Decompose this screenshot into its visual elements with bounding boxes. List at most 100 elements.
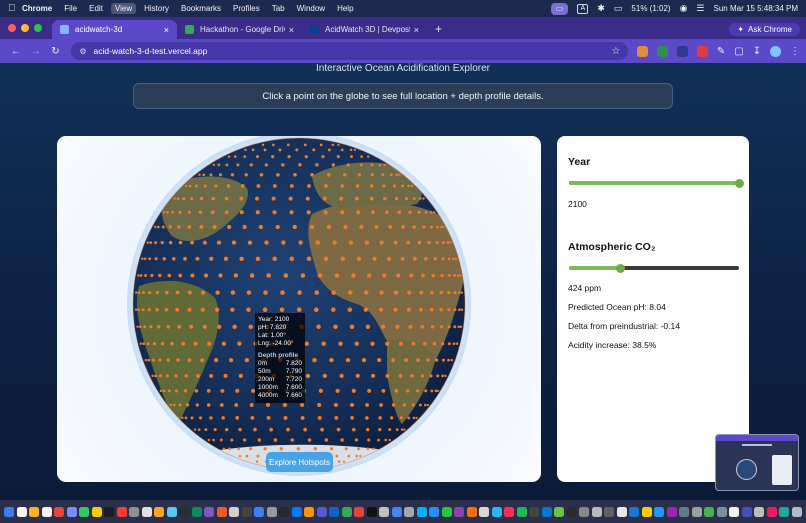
hotspot-dot[interactable] <box>253 427 257 432</box>
hotspot-dot[interactable] <box>396 273 401 278</box>
hotspot-dot[interactable] <box>269 427 273 432</box>
hotspot-dot[interactable] <box>295 148 299 152</box>
hotspot-dot[interactable] <box>394 389 399 393</box>
hotspot-dot[interactable] <box>203 184 207 188</box>
menu-tab[interactable]: Tab <box>272 4 285 13</box>
hotspot-dot[interactable] <box>223 256 229 261</box>
hotspot-dot[interactable] <box>424 210 428 214</box>
hotspot-dot[interactable] <box>338 341 343 346</box>
dock-app-icon[interactable] <box>554 506 565 517</box>
dock-app-icon[interactable] <box>129 506 140 517</box>
hotspot-dot[interactable] <box>343 224 348 230</box>
hotspot-dot[interactable] <box>390 416 394 420</box>
hotspot-dot[interactable] <box>167 273 172 278</box>
hotspot-dot[interactable] <box>397 210 402 215</box>
hotspot-dot[interactable] <box>234 403 239 407</box>
hotspot-dot[interactable] <box>305 373 311 379</box>
year-slider[interactable] <box>569 178 744 188</box>
hotspot-dot[interactable] <box>350 416 354 420</box>
control-center-icon[interactable]: ☰ <box>696 3 704 14</box>
hotspot-dot[interactable] <box>239 256 244 261</box>
hotspot-dot[interactable] <box>176 197 180 200</box>
dock-app-icon[interactable] <box>316 506 327 517</box>
hotspot-dot[interactable] <box>172 403 176 407</box>
hotspot-dot[interactable] <box>155 308 159 312</box>
hotspot-dot[interactable] <box>374 225 379 229</box>
dock-app-icon[interactable] <box>29 506 40 517</box>
hotspot-dot[interactable] <box>353 148 357 152</box>
hotspot-dot[interactable] <box>408 324 413 329</box>
dock-app-icon[interactable] <box>366 506 377 517</box>
hotspot-dot[interactable] <box>453 308 457 312</box>
hotspot-dot[interactable] <box>336 155 340 159</box>
hotspot-dot[interactable] <box>190 240 194 245</box>
hotspot-dot[interactable] <box>263 290 268 295</box>
hotspot-dot[interactable] <box>238 454 242 458</box>
hotspot-dot[interactable] <box>391 403 396 407</box>
hotspot-dot[interactable] <box>176 358 180 362</box>
hotspot-dot[interactable] <box>210 210 215 215</box>
menu-file[interactable]: File <box>64 4 77 13</box>
hotspot-dot[interactable] <box>460 291 464 294</box>
co2-slider[interactable] <box>569 263 739 273</box>
hotspot-dot[interactable] <box>369 196 374 201</box>
hotspot-dot[interactable] <box>263 447 267 451</box>
hotspot-dot[interactable] <box>440 273 444 278</box>
hotspot-dot[interactable] <box>198 416 203 420</box>
hotspot-dot[interactable] <box>247 240 253 245</box>
dock-app-icon[interactable] <box>104 506 115 517</box>
hotspot-dot[interactable] <box>135 291 138 294</box>
hotspot-dot[interactable] <box>266 415 271 420</box>
hotspot-dot[interactable] <box>239 210 244 215</box>
hotspot-dot[interactable] <box>293 172 297 177</box>
hotspot-dot[interactable] <box>395 428 399 431</box>
hotspot-dot[interactable] <box>404 197 409 201</box>
dock-app-icon[interactable] <box>79 506 90 517</box>
hotspot-dot[interactable] <box>271 196 276 201</box>
hotspot-dot[interactable] <box>151 358 155 362</box>
minimize-window-button[interactable] <box>21 24 29 32</box>
hotspot-dot[interactable] <box>460 308 464 311</box>
hotspot-dot[interactable] <box>178 273 183 278</box>
hotspot-dot[interactable] <box>314 307 319 312</box>
hotspot-dot[interactable] <box>388 428 392 432</box>
hotspot-dot[interactable] <box>237 447 241 451</box>
hotspot-dot[interactable] <box>355 184 360 188</box>
hotspot-dot[interactable] <box>141 308 145 312</box>
hotspot-dot[interactable] <box>388 438 391 442</box>
hotspot-dot[interactable] <box>172 257 176 261</box>
hotspot-dot[interactable] <box>298 240 303 245</box>
hotspot-dot[interactable] <box>194 389 199 393</box>
hotspot-dot[interactable] <box>442 225 445 229</box>
hotspot-dot[interactable] <box>351 388 356 393</box>
hotspot-dot[interactable] <box>187 290 192 295</box>
menu-edit[interactable]: Edit <box>89 4 103 13</box>
hotspot-dot[interactable] <box>407 290 412 295</box>
hotspot-dot[interactable] <box>233 155 237 158</box>
hotspot-dot[interactable] <box>410 184 414 188</box>
hotspot-dot[interactable] <box>356 256 362 261</box>
hotspot-dot[interactable] <box>441 241 445 245</box>
hotspot-dot[interactable] <box>369 184 374 188</box>
hotspot-dot[interactable] <box>379 290 384 295</box>
hotspot-dot[interactable] <box>385 373 390 378</box>
hotspot-dot[interactable] <box>378 307 384 312</box>
hotspot-dot[interactable] <box>151 374 154 378</box>
hotspot-dot[interactable] <box>278 148 282 152</box>
hotspot-dot[interactable] <box>436 225 439 229</box>
hotspot-dot[interactable] <box>137 274 140 277</box>
dock-app-icon[interactable] <box>629 506 640 517</box>
hotspot-dot[interactable] <box>389 173 393 177</box>
hotspot-dot[interactable] <box>214 307 220 312</box>
dock-app-icon[interactable] <box>254 506 265 517</box>
menubar-datetime[interactable]: Sun Mar 15 5:48:34 PM <box>714 4 799 13</box>
hotspot-dot[interactable] <box>393 307 398 312</box>
hotspot-dot[interactable] <box>177 225 181 229</box>
hotspot-dot[interactable] <box>217 324 222 329</box>
hotspot-dot[interactable] <box>303 143 307 147</box>
dock-app-icon[interactable] <box>766 506 777 517</box>
hotspot-dot[interactable] <box>200 358 205 363</box>
hotspot-dot[interactable] <box>317 415 322 420</box>
dock-app-icon[interactable] <box>204 506 215 517</box>
hotspot-dot[interactable] <box>181 416 184 420</box>
